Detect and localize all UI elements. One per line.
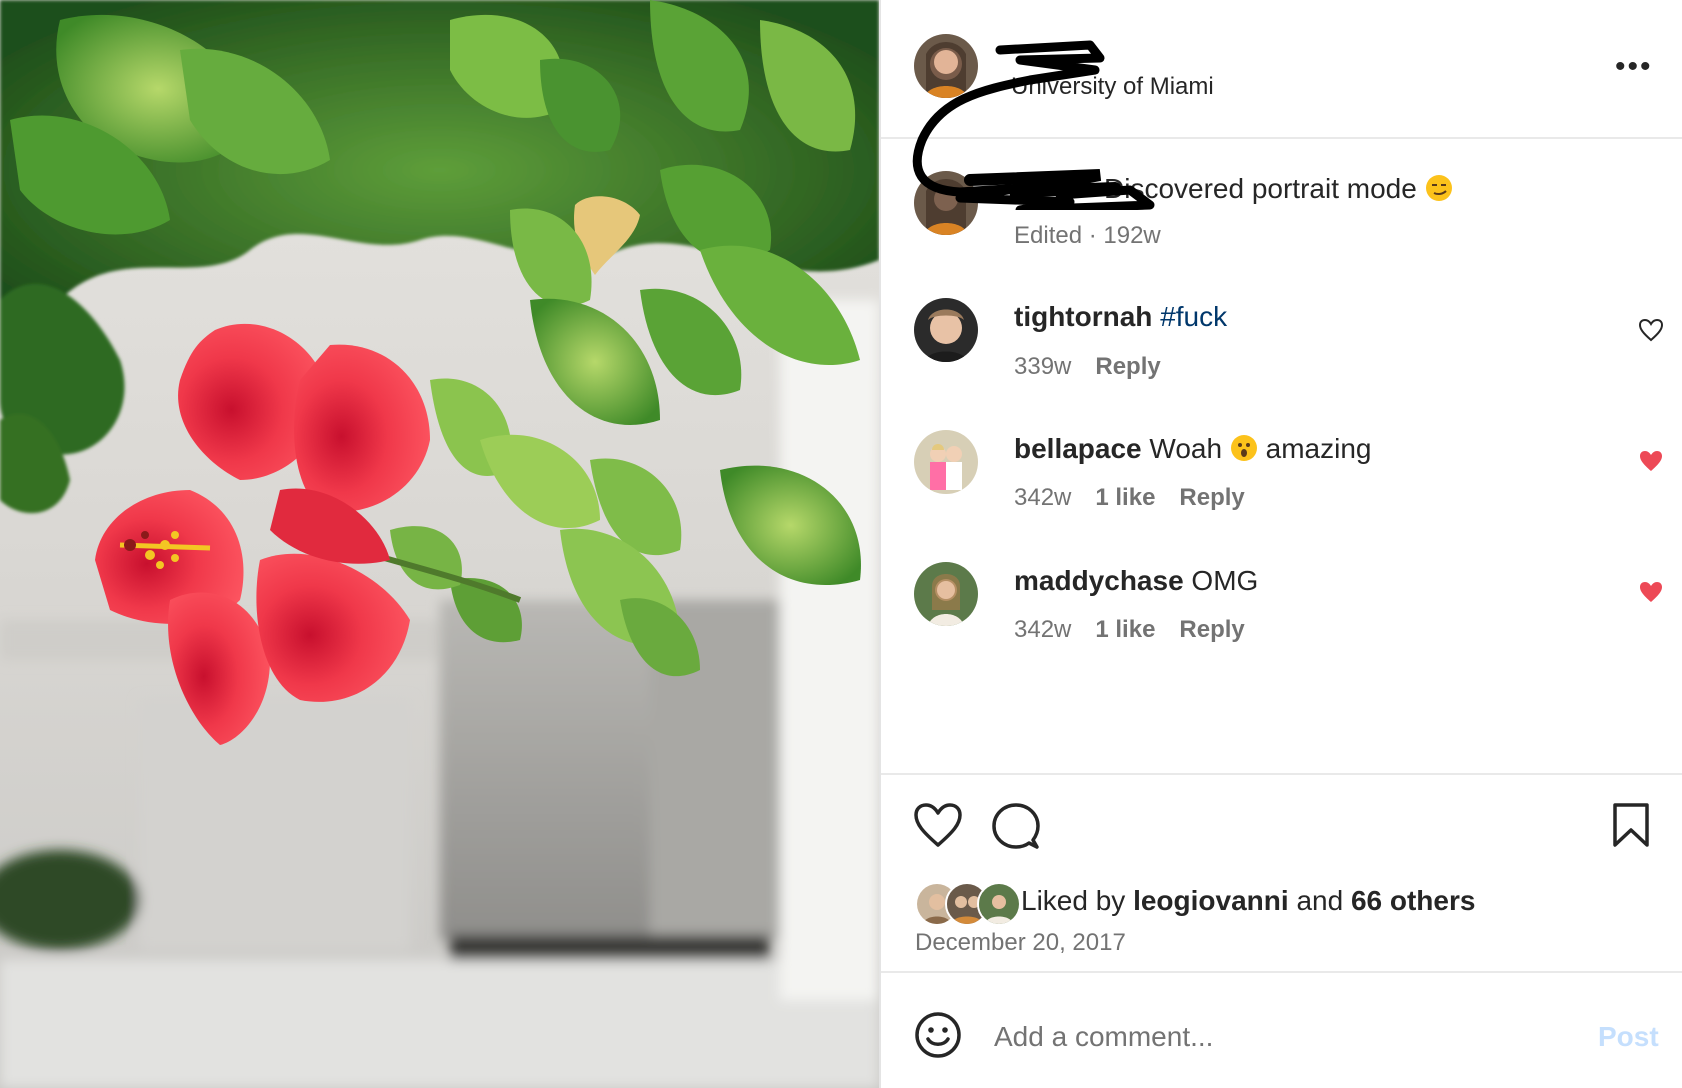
composer-divider [881,971,1682,973]
hushed-face-emoji-icon [1230,434,1258,469]
emoji-picker-icon[interactable] [914,1011,962,1059]
comment-username[interactable]: bellapace [1014,433,1142,464]
comment-meta: 342w 1 like Reply [1014,484,1269,512]
comment-bubble-icon[interactable] [992,802,1040,850]
like-comment-heart-icon[interactable] [1638,318,1664,342]
comment-username[interactable]: maddychase [1014,565,1184,596]
reply-button[interactable]: Reply [1095,353,1160,380]
post-date[interactable]: December 20, 2017 [915,929,1126,957]
avatar [977,882,1021,926]
liked-by-user-link[interactable]: leogiovanni [1133,885,1289,916]
comment-meta: 339w Reply [1014,353,1185,381]
comment-likes-count[interactable]: 1 like [1095,616,1155,643]
save-bookmark-icon[interactable] [1611,802,1651,848]
comment-avatar[interactable] [914,430,978,494]
comment-time[interactable]: 342w [1014,484,1071,511]
redaction-scribble [912,40,1155,210]
liked-by-prefix: Liked by [1021,885,1126,916]
comment-username[interactable]: tightornah [1014,301,1152,332]
comment-text: amazing [1265,433,1372,464]
liked-by-others-link[interactable]: 66 others [1351,885,1476,916]
more-options-icon[interactable]: ••• [1615,52,1653,82]
comment-likes-count[interactable]: 1 like [1095,484,1155,511]
liked-by-text: Liked by leogiovanni and 66 others [1021,885,1475,917]
comment-text: OMG [1191,565,1259,596]
caption-meta: Edited · 192w [1014,222,1161,249]
comment-meta: 342w 1 like Reply [1014,616,1269,644]
comment-input[interactable]: Add a comment... [994,1021,1213,1053]
comment-hashtag-link[interactable]: #fuck [1160,301,1227,332]
comment-avatar[interactable] [914,298,978,362]
post-comment-button[interactable]: Post [1598,1021,1659,1053]
liked-comment-heart-icon[interactable] [1638,580,1664,604]
comment-text: Woah [1149,433,1223,464]
smirking-face-emoji-icon [1425,174,1453,209]
comment-body: bellapace Woah amazing [1014,433,1371,469]
hibiscus-photo [0,0,879,1088]
comment-body: maddychase OMG [1014,565,1258,597]
comment-time[interactable]: 339w [1014,353,1071,380]
comments-divider [881,773,1682,775]
comment-body: tightornah #fuck [1014,301,1227,333]
comment-avatar[interactable] [914,562,978,626]
liked-comment-heart-icon[interactable] [1638,449,1664,473]
comment-time[interactable]: 342w [1014,616,1071,643]
reply-button[interactable]: Reply [1179,616,1244,643]
liked-by-avatars[interactable] [915,882,1027,926]
reply-button[interactable]: Reply [1179,484,1244,511]
post-photo[interactable] [0,0,879,1088]
like-post-heart-icon[interactable] [913,802,963,848]
liked-by-conj: and [1296,885,1344,916]
